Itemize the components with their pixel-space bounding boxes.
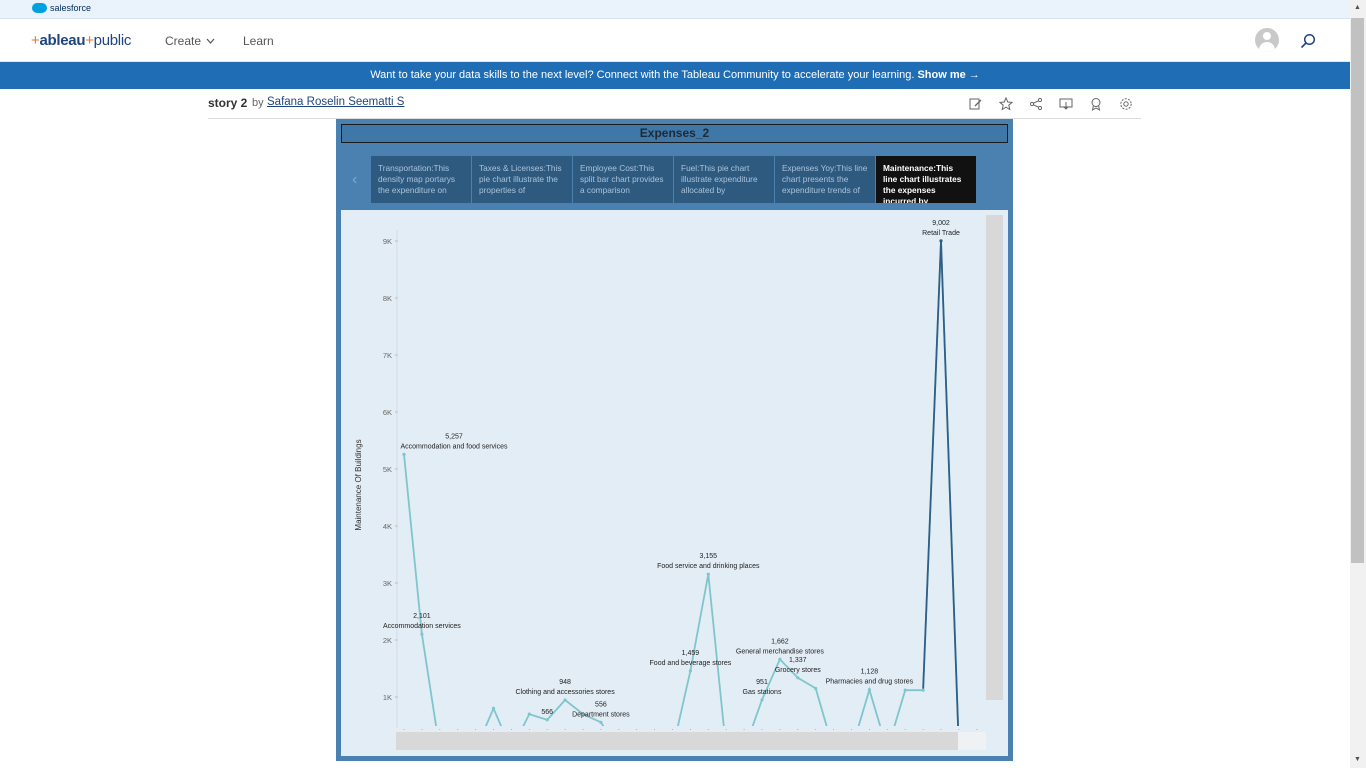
data-label-name: Food and beverage stores <box>650 660 732 667</box>
salesforce-label: salesforce <box>50 3 92 13</box>
download-icon[interactable] <box>1059 97 1073 111</box>
y-tick-label: 9K <box>383 237 392 246</box>
chevron-down-icon <box>206 38 215 44</box>
data-point <box>903 688 907 692</box>
story-point-taxes[interactable]: Taxes & Licenses:This pie chart illustra… <box>472 156 573 203</box>
story-by: by <box>252 97 264 109</box>
banner-text: Want to take your data skills to the nex… <box>370 69 915 81</box>
star-icon[interactable] <box>999 97 1013 111</box>
data-label-name: Accommodation and food services <box>401 443 508 450</box>
data-label-value: 951 <box>756 679 768 686</box>
data-label-name: Retail Trade <box>922 230 960 237</box>
y-tick-label: 6K <box>383 408 392 417</box>
salesforce-cloud-icon <box>32 3 47 13</box>
y-tick-label: 8K <box>383 294 392 303</box>
data-point <box>760 698 764 702</box>
y-axis-label: Maintenance Of Buildings <box>354 439 363 530</box>
y-tick-label: 7K <box>383 351 392 360</box>
data-point <box>706 572 710 576</box>
badge-icon[interactable] <box>1089 97 1103 111</box>
data-label-value: 1,337 <box>789 657 807 664</box>
data-label-name: Department stores <box>572 711 630 718</box>
data-point <box>939 239 943 243</box>
data-point <box>545 718 549 722</box>
data-label-value: 3,155 <box>700 553 718 560</box>
data-label-value: 566 <box>541 709 553 716</box>
data-label-value: 1,662 <box>771 638 789 645</box>
y-tick-label: 2K <box>383 636 392 645</box>
y-tick-label: 1K <box>383 693 392 702</box>
data-label-name: Clothing and accessories stores <box>515 689 615 696</box>
data-point <box>563 698 567 702</box>
data-point <box>402 452 406 456</box>
chevron-left-icon[interactable]: ‹ <box>352 171 357 189</box>
data-label-name: Gas stations <box>743 689 782 696</box>
horizontal-scrollbar[interactable] <box>396 732 958 750</box>
data-label-value: 5,257 <box>445 433 463 440</box>
story-point-employee-cost[interactable]: Employee Cost:This split bar chart provi… <box>573 156 674 203</box>
salesforce-bar: salesforce <box>0 0 1350 19</box>
story-header: story 2 by Safana Roselin Seematti S <box>208 95 1141 119</box>
edit-icon[interactable] <box>969 97 983 111</box>
story-point-nav: Transportation:This density map portarys… <box>371 156 977 203</box>
show-me-link[interactable]: Show me → <box>917 69 979 81</box>
data-point <box>814 686 818 691</box>
data-label-value: 948 <box>559 679 571 686</box>
data-point <box>921 688 925 692</box>
tableau-viz[interactable]: Expenses_2 ‹ Transportation:This density… <box>336 119 1013 761</box>
scroll-up-icon[interactable]: ▲ <box>1354 4 1361 11</box>
nav-create-label: Create <box>165 34 202 48</box>
vertical-scrollbar[interactable] <box>986 215 1003 700</box>
data-point <box>491 706 496 710</box>
highlight-segment <box>922 240 959 726</box>
author-link[interactable]: Safana Roselin Seematti S <box>267 96 404 108</box>
data-point <box>688 669 692 673</box>
avatar[interactable] <box>1255 28 1279 52</box>
data-point <box>599 720 603 724</box>
y-tick-label: 3K <box>383 579 392 588</box>
data-label-name: General merchandise stores <box>736 648 824 655</box>
data-label-value: 556 <box>595 701 607 708</box>
viz-title: Expenses_2 <box>341 124 1008 143</box>
line-chart[interactable]: Maintenance Of Buildings 1K 2K 3K 4K 5K 6K 7K 8K… <box>341 210 986 730</box>
data-point <box>867 688 872 692</box>
data-point <box>527 712 531 716</box>
scroll-down-icon[interactable]: ▼ <box>1354 756 1361 763</box>
data-label-name: Pharmacies and drug stores <box>826 679 914 686</box>
settings-icon[interactable] <box>1119 97 1133 111</box>
y-tick-label: 4K <box>383 522 392 531</box>
data-label-name: Food service and drinking places <box>657 563 760 570</box>
chart-area[interactable]: Maintenance Of Buildings 1K 2K 3K 4K 5K 6K 7K 8K… <box>341 210 1008 756</box>
y-tick-label: 5K <box>383 465 392 474</box>
share-icon[interactable] <box>1029 97 1043 111</box>
data-point <box>778 657 782 661</box>
nav-create[interactable]: Create <box>165 34 215 48</box>
story-point-expenses-yoy[interactable]: Expenses Yoy:This line chart presents th… <box>775 156 876 203</box>
story-point-maintenance[interactable]: Maintenance:This line chart illustrates … <box>876 156 977 203</box>
community-banner[interactable]: Want to take your data skills to the nex… <box>0 62 1350 89</box>
data-point <box>796 676 800 680</box>
data-label-value: 1,128 <box>861 669 879 676</box>
data-label-value: 2,101 <box>413 613 431 620</box>
story-point-fuel[interactable]: Fuel:This pie chart illustrate expenditu… <box>674 156 775 203</box>
page-scrollbar-thumb[interactable] <box>1351 18 1364 563</box>
tableau-public-logo[interactable]: +ableau+public <box>31 32 131 49</box>
data-point <box>420 632 424 636</box>
nav-learn[interactable]: Learn <box>243 34 274 48</box>
salesforce-logo[interactable]: salesforce <box>32 3 91 13</box>
data-label-name: Accommodation services <box>383 623 461 630</box>
data-label-value: 9,002 <box>932 220 950 227</box>
data-label-value: 1,459 <box>682 650 700 657</box>
story-point-transportation[interactable]: Transportation:This density map portarys… <box>371 156 472 203</box>
top-nav: +ableau+public Create Learn <box>0 20 1350 62</box>
story-title: story 2 <box>208 96 248 110</box>
search-icon[interactable] <box>1300 33 1316 49</box>
data-label-name: Grocery stores <box>775 667 821 674</box>
